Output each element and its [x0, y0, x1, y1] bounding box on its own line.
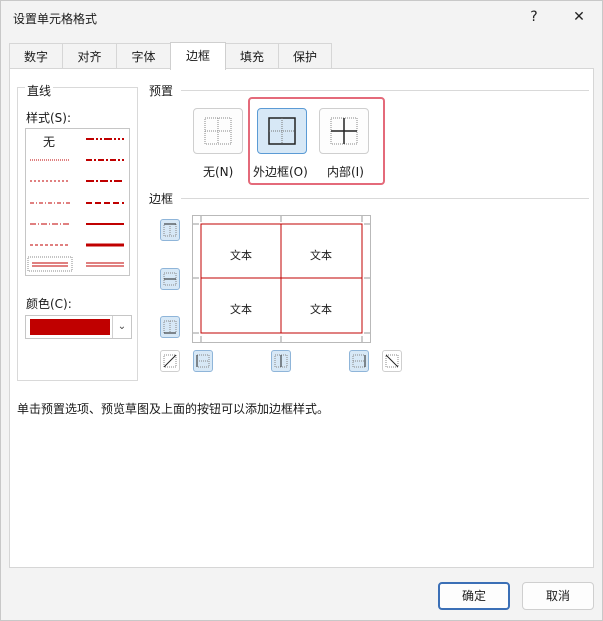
border-diagonal-down-button[interactable] — [382, 350, 402, 372]
preset-none-label: 无(N) — [203, 165, 234, 179]
preset-divider — [181, 90, 589, 91]
preview-cell-4: 文本 — [310, 303, 332, 316]
border-inner-horizontal-button[interactable] — [160, 268, 180, 290]
line-style-list[interactable]: 无 — [25, 128, 130, 276]
border-diagonal-up-button[interactable] — [160, 350, 180, 372]
border-top-icon — [163, 223, 177, 237]
tab-alignment[interactable]: 对齐 — [62, 43, 117, 69]
dialog-title: 设置单元格格式 — [13, 12, 98, 26]
preset-none-icon — [204, 117, 232, 145]
line-style-swatches[interactable] — [26, 129, 129, 275]
cancel-button[interactable]: 取消 — [522, 582, 594, 610]
preset-none-button[interactable] — [193, 108, 243, 154]
line-section-label: 直线 — [25, 82, 54, 99]
preview-cell-3: 文本 — [230, 303, 252, 316]
preset-highlight-frame — [248, 97, 385, 185]
border-bottom-button[interactable] — [160, 316, 180, 338]
preview-cell-1: 文本 — [230, 249, 252, 262]
preview-cell-2: 文本 — [310, 249, 332, 262]
style-label: 样式(S): — [26, 111, 72, 125]
border-bottom-icon — [163, 320, 177, 334]
format-cells-dialog: 设置单元格格式 ? ✕ 数字 对齐 字体 边框 填充 保护 直线 样式(S): … — [0, 0, 603, 621]
tab-protection[interactable]: 保护 — [278, 43, 332, 69]
border-divider — [181, 198, 589, 199]
preset-section-label: 预置 — [149, 84, 174, 98]
color-label: 颜色(C): — [26, 297, 72, 311]
ok-button[interactable]: 确定 — [438, 582, 510, 610]
chevron-down-icon[interactable]: ⌄ — [112, 316, 131, 338]
diagonal-up-icon — [163, 354, 177, 368]
border-preview-lines — [193, 216, 370, 342]
border-left-button[interactable] — [193, 350, 213, 372]
border-left-icon — [196, 354, 210, 368]
tab-font[interactable]: 字体 — [116, 43, 171, 69]
title-bar: 设置单元格格式 ? ✕ — [1, 1, 602, 35]
tab-number[interactable]: 数字 — [9, 43, 63, 69]
border-inner-vertical-icon — [274, 354, 288, 368]
border-inner-horizontal-icon — [163, 272, 177, 286]
border-section-label: 边框 — [149, 192, 174, 206]
tab-border[interactable]: 边框 — [170, 42, 226, 70]
hint-text: 单击预置选项、预览草图及上面的按钮可以添加边框样式。 — [17, 402, 330, 416]
border-right-icon — [352, 354, 366, 368]
color-dropdown[interactable]: ⌄ — [25, 315, 132, 339]
help-button[interactable]: ? — [511, 1, 557, 33]
border-top-button[interactable] — [160, 219, 180, 241]
border-preview[interactable]: 文本 文本 文本 文本 — [192, 215, 371, 343]
close-button[interactable]: ✕ — [556, 1, 602, 33]
diagonal-down-icon — [385, 354, 399, 368]
selected-color-swatch — [30, 319, 110, 335]
border-inner-vertical-button[interactable] — [271, 350, 291, 372]
tab-fill[interactable]: 填充 — [225, 43, 279, 69]
border-right-button[interactable] — [349, 350, 369, 372]
